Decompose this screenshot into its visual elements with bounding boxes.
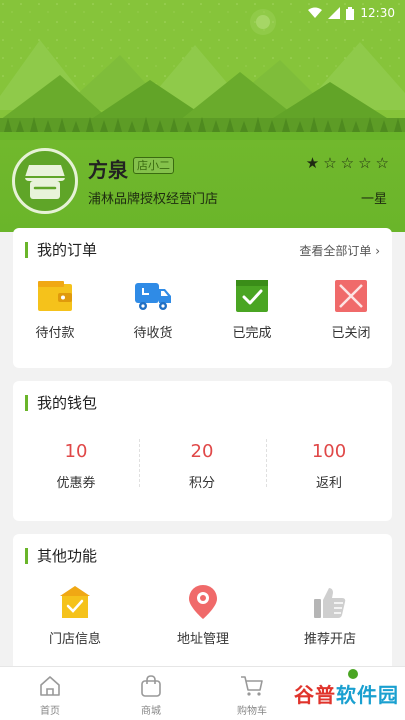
- shop-avatar[interactable]: [12, 148, 78, 214]
- functions-card: 其他功能 门店信息 地址管理 推荐开店: [13, 534, 392, 674]
- star-empty-icon: ☆: [323, 154, 337, 172]
- tab-home[interactable]: 首页: [20, 673, 80, 717]
- function-store-info[interactable]: 门店信息: [25, 584, 125, 647]
- home-icon: [40, 676, 60, 696]
- tab-cart[interactable]: 购物车: [222, 673, 282, 717]
- coupons-label: 优惠券: [56, 476, 96, 491]
- delivery-truck-icon: [135, 283, 171, 310]
- tab-mall[interactable]: 商城: [121, 673, 181, 717]
- battery-icon: [346, 6, 355, 20]
- rebates-value: 100: [311, 441, 347, 462]
- function-label: 地址管理: [176, 632, 229, 647]
- view-all-orders-link[interactable]: 查看全部订单 ›: [299, 242, 380, 259]
- shop-rating-text: 一星: [360, 192, 387, 207]
- function-address-management[interactable]: 地址管理: [153, 584, 253, 647]
- completed-check-icon: [236, 280, 268, 312]
- store-info-icon: [60, 586, 90, 618]
- rebates-label: 返利: [315, 476, 342, 491]
- tab-label: 购物车: [237, 706, 267, 717]
- points-value: 20: [190, 441, 214, 462]
- shop-profile: 方泉 店小二 浦林品牌授权经营门店 ★ ☆ ☆ ☆ ☆ 一星: [0, 140, 405, 220]
- storefront-icon: [25, 165, 65, 199]
- shop-rating-stars: ★ ☆ ☆ ☆ ☆: [306, 154, 389, 172]
- wallet-icon: [38, 281, 72, 311]
- wallet-rebates[interactable]: 100 返利: [266, 441, 392, 491]
- signal-icon: [328, 7, 341, 19]
- function-label: 门店信息: [48, 632, 101, 647]
- order-closed[interactable]: 已关闭: [311, 278, 391, 341]
- wallet-points[interactable]: 20 积分: [139, 441, 265, 491]
- cart-icon: [241, 676, 263, 696]
- order-pending-receipt[interactable]: 待收货: [113, 278, 193, 341]
- function-recommend-store[interactable]: 推荐开店: [280, 584, 380, 647]
- status-time: 12:30: [360, 6, 395, 20]
- orders-card: 我的订单 查看全部订单 › 待付款 待收货 已完成 已关闭: [13, 228, 392, 368]
- functions-title: 其他功能: [25, 548, 97, 564]
- order-status-label: 待付款: [35, 326, 75, 341]
- wifi-icon: [308, 7, 323, 18]
- watermark-text: 谷普软件园: [294, 682, 399, 707]
- points-label: 积分: [188, 476, 215, 491]
- wallet-card: 我的钱包 10 优惠券 20 积分 100 返利: [13, 381, 392, 521]
- coupons-value: 10: [64, 441, 88, 462]
- order-pending-payment[interactable]: 待付款: [15, 278, 95, 341]
- order-completed[interactable]: 已完成: [212, 278, 292, 341]
- shop-role-badge: 店小二: [133, 157, 174, 174]
- star-empty-icon: ☆: [358, 154, 372, 172]
- thumbs-up-icon: [314, 588, 346, 618]
- shopping-bag-icon: [141, 675, 161, 697]
- star-empty-icon: ☆: [340, 154, 355, 172]
- wallet-title: 我的钱包: [25, 395, 97, 411]
- order-status-label: 已关闭: [331, 326, 371, 341]
- order-status-label: 已完成: [232, 326, 272, 341]
- function-label: 推荐开店: [303, 632, 356, 647]
- shop-name: 方泉: [88, 158, 128, 182]
- order-status-label: 待收货: [133, 326, 173, 341]
- star-empty-icon: ☆: [375, 154, 389, 172]
- location-pin-icon: [189, 585, 217, 619]
- shop-description: 浦林品牌授权经营门店: [88, 192, 219, 207]
- orders-title: 我的订单: [25, 242, 97, 258]
- wallet-coupons[interactable]: 10 优惠券: [13, 441, 139, 491]
- status-bar: 12:30: [0, 0, 405, 28]
- tab-label: 商城: [141, 706, 161, 717]
- profile-header: 12:30 方泉 店小二 浦林品牌授权经营门店 ★ ☆ ☆ ☆ ☆ 一星: [0, 0, 405, 232]
- watermark-logo: 谷普软件园: [294, 676, 399, 710]
- closed-x-icon: [335, 280, 367, 312]
- tab-label: 首页: [40, 706, 60, 717]
- star-filled-icon: ★: [305, 154, 320, 172]
